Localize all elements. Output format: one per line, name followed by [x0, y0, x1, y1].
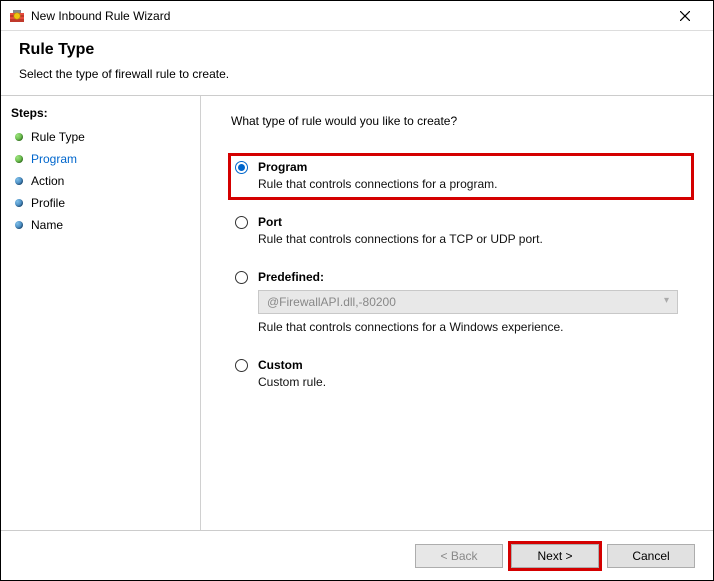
wizard-body: Steps: Rule Type Program Action Profile Name… [1, 95, 713, 530]
wizard-window: New Inbound Rule Wizard Rule Type Select… [0, 0, 714, 581]
steps-heading: Steps: [1, 102, 200, 126]
step-label: Action [31, 174, 64, 188]
step-bullet-icon [15, 199, 23, 207]
wizard-header: Rule Type Select the type of firewall ru… [1, 31, 713, 95]
step-item-action[interactable]: Action [1, 170, 200, 192]
step-item-profile[interactable]: Profile [1, 192, 200, 214]
page-title: Rule Type [19, 41, 695, 59]
predefined-select-value: @FirewallAPI.dll,-80200 [267, 295, 396, 309]
titlebar: New Inbound Rule Wizard [1, 1, 713, 31]
option-port[interactable]: Port Rule that controls connections for a… [231, 211, 691, 252]
step-item-name[interactable]: Name [1, 214, 200, 236]
rule-type-options: Program Rule that controls connections fo… [231, 156, 691, 395]
main-panel: What type of rule would you like to crea… [201, 96, 713, 530]
step-label: Profile [31, 196, 65, 210]
option-body: Predefined: @FirewallAPI.dll,-80200 ▾ Rule … [258, 270, 687, 334]
wizard-footer: < Back Next > Cancel [1, 530, 713, 580]
step-bullet-icon [15, 177, 23, 185]
option-custom[interactable]: Custom Custom rule. [231, 354, 691, 395]
option-desc: Custom rule. [258, 375, 687, 389]
option-title: Custom [258, 358, 687, 372]
step-label: Rule Type [31, 130, 85, 144]
page-subtitle: Select the type of firewall rule to crea… [19, 67, 695, 81]
chevron-down-icon: ▾ [664, 295, 669, 306]
option-predefined[interactable]: Predefined: @FirewallAPI.dll,-80200 ▾ Rule … [231, 266, 691, 340]
step-bullet-icon [15, 221, 23, 229]
radio-predefined[interactable] [235, 271, 248, 284]
step-item-rule-type[interactable]: Rule Type [1, 126, 200, 148]
predefined-select: @FirewallAPI.dll,-80200 ▾ [258, 290, 678, 314]
window-title: New Inbound Rule Wizard [31, 9, 665, 23]
step-label: Name [31, 218, 63, 232]
steps-sidebar: Steps: Rule Type Program Action Profile Name [1, 96, 201, 530]
radio-program[interactable] [235, 161, 248, 174]
option-body: Port Rule that controls connections for a… [258, 215, 687, 246]
option-body: Custom Custom rule. [258, 358, 687, 389]
option-desc: Rule that controls connections for a TCP… [258, 232, 687, 246]
step-item-program[interactable]: Program [1, 148, 200, 170]
option-desc: Rule that controls connections for a pro… [258, 177, 687, 191]
cancel-button[interactable]: Cancel [607, 544, 695, 568]
main-prompt: What type of rule would you like to crea… [231, 114, 691, 128]
option-title: Port [258, 215, 687, 229]
radio-custom[interactable] [235, 359, 248, 372]
option-program[interactable]: Program Rule that controls connections fo… [231, 156, 691, 197]
step-bullet-icon [15, 155, 23, 163]
step-label: Program [31, 152, 77, 166]
option-title: Predefined: [258, 270, 687, 284]
step-bullet-icon [15, 133, 23, 141]
radio-port[interactable] [235, 216, 248, 229]
option-body: Program Rule that controls connections fo… [258, 160, 687, 191]
close-button[interactable] [665, 2, 705, 30]
firewall-icon [9, 8, 25, 24]
back-button[interactable]: < Back [415, 544, 503, 568]
next-button[interactable]: Next > [511, 544, 599, 568]
option-desc: Rule that controls connections for a Win… [258, 320, 687, 334]
option-title: Program [258, 160, 687, 174]
